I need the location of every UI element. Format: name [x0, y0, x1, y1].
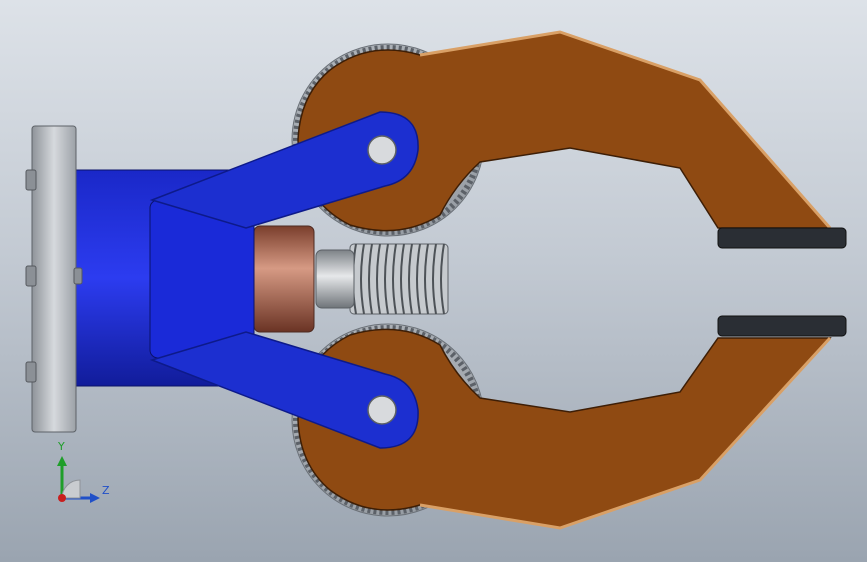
y-axis-label: Y	[58, 440, 65, 453]
axis-triad: Y Z	[48, 440, 118, 510]
3d-viewport[interactable]: Y Z	[0, 0, 867, 562]
lower-gripper-pad	[717, 315, 847, 337]
z-axis-label: Z	[102, 484, 110, 497]
upper-gripper-pad	[717, 227, 847, 249]
gripper-model[interactable]	[0, 0, 867, 562]
shaft	[315, 249, 355, 309]
coupling	[253, 225, 315, 333]
worm-screw	[349, 243, 449, 315]
mounting-plate[interactable]	[25, 125, 83, 433]
